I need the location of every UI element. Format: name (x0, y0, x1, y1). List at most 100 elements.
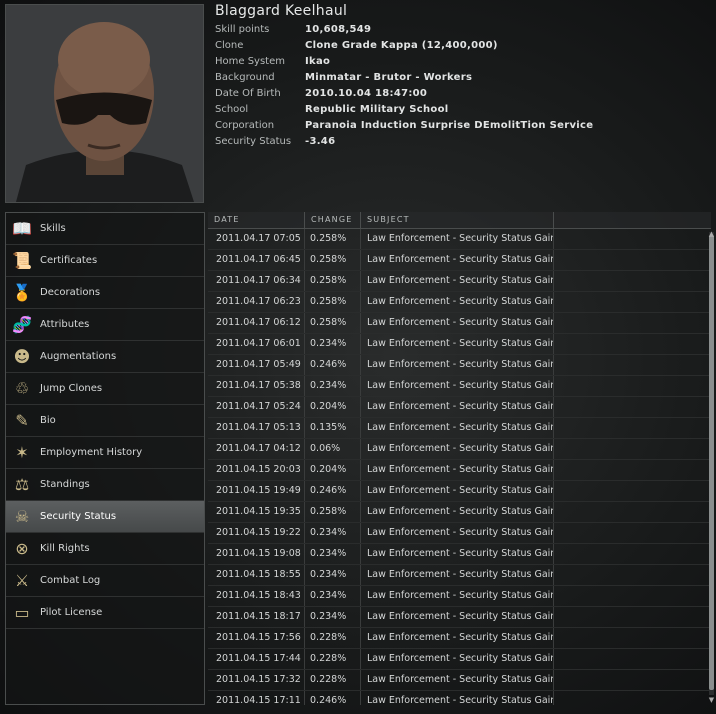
sidebar-item-label: Certificates (40, 255, 98, 266)
sidebar-item-label: Attributes (40, 319, 90, 330)
table-row[interactable]: 2011.04.17 06:01 0.234% Law Enforcement - … (208, 334, 711, 355)
cell-change: 0.06% (305, 439, 361, 459)
cell-filler (554, 586, 711, 606)
cell-date: 2011.04.17 06:12 (208, 313, 305, 333)
info-row: Home System Ikao (215, 54, 710, 70)
table-row[interactable]: 2011.04.15 19:22 0.234% Law Enforcement - … (208, 523, 711, 544)
info-label: Security Status (215, 136, 292, 147)
cell-filler (554, 628, 711, 648)
table-row[interactable]: 2011.04.15 18:43 0.234% Law Enforcement - … (208, 586, 711, 607)
table-row[interactable]: 2011.04.15 17:32 0.228% Law Enforcement - … (208, 670, 711, 691)
table-row[interactable]: 2011.04.15 19:49 0.246% Law Enforcement - … (208, 481, 711, 502)
cell-date: 2011.04.15 18:17 (208, 607, 305, 627)
cell-change: 0.234% (305, 334, 361, 354)
info-row: Background Minmatar - Brutor - Workers (215, 70, 710, 86)
portrait-image (6, 5, 203, 202)
cell-filler (554, 355, 711, 375)
cell-filler (554, 334, 711, 354)
cell-date: 2011.04.17 06:45 (208, 250, 305, 270)
sidebar-item-certificates[interactable]: 📜 Certificates (6, 245, 204, 277)
table-row[interactable]: 2011.04.15 17:44 0.228% Law Enforcement - … (208, 649, 711, 670)
cell-subject: Law Enforcement - Security Status Gain (361, 649, 554, 669)
table-row[interactable]: 2011.04.15 19:08 0.234% Law Enforcement - … (208, 544, 711, 565)
table-row[interactable]: 2011.04.15 17:56 0.228% Law Enforcement - … (208, 628, 711, 649)
info-row: Skill points 10,608,549 (215, 22, 710, 38)
scroll-down-arrow-icon[interactable]: ▼ (708, 697, 715, 704)
table-row[interactable]: 2011.04.17 05:38 0.234% Law Enforcement - … (208, 376, 711, 397)
cell-filler (554, 460, 711, 480)
cell-filler (554, 502, 711, 522)
license-card-icon: ▭ (14, 603, 30, 622)
table-row[interactable]: 2011.04.15 17:11 0.246% Law Enforcement - … (208, 691, 711, 705)
cell-change: 0.258% (305, 271, 361, 291)
scrollbar-thumb[interactable] (709, 235, 714, 690)
cell-subject: Law Enforcement - Security Status Gain (361, 670, 554, 690)
cell-date: 2011.04.17 05:13 (208, 418, 305, 438)
sidebar-item-augmentations[interactable]: ☻ Augmentations (6, 341, 204, 373)
cell-date: 2011.04.15 17:56 (208, 628, 305, 648)
info-row: Date Of Birth 2010.10.04 18:47:00 (215, 86, 710, 102)
cell-filler (554, 670, 711, 690)
column-header-subject[interactable]: SUBJECT (361, 212, 554, 228)
cell-subject: Law Enforcement - Security Status Gain (361, 502, 554, 522)
info-value: 10,608,549 (305, 24, 372, 35)
cell-filler (554, 523, 711, 543)
table-row[interactable]: 2011.04.17 06:12 0.258% Law Enforcement - … (208, 313, 711, 334)
info-row: Corporation Paranoia Induction Surprise D… (215, 118, 710, 134)
table-body: 2011.04.17 07:05 0.258% Law Enforcement - … (208, 229, 711, 705)
cell-date: 2011.04.15 18:55 (208, 565, 305, 585)
sidebar-item-standings[interactable]: ⚖ Standings (6, 469, 204, 501)
cell-date: 2011.04.15 19:35 (208, 502, 305, 522)
table-row[interactable]: 2011.04.17 07:05 0.258% Law Enforcement - … (208, 229, 711, 250)
cell-filler (554, 376, 711, 396)
info-row: Clone Clone Grade Kappa (12,400,000) (215, 38, 710, 54)
table-row[interactable]: 2011.04.17 06:34 0.258% Law Enforcement - … (208, 271, 711, 292)
sidebar-item-label: Skills (40, 223, 66, 234)
sidebar-item-attributes[interactable]: 🧬 Attributes (6, 309, 204, 341)
table-row[interactable]: 2011.04.15 19:35 0.258% Law Enforcement - … (208, 502, 711, 523)
table-scrollbar[interactable] (709, 232, 714, 695)
info-value: Paranoia Induction Surprise DEmolitTion … (305, 120, 594, 131)
table-row[interactable]: 2011.04.15 18:55 0.234% Law Enforcement - … (208, 565, 711, 586)
table-row[interactable]: 2011.04.17 05:24 0.204% Law Enforcement - … (208, 397, 711, 418)
table-row[interactable]: 2011.04.15 20:03 0.204% Law Enforcement - … (208, 460, 711, 481)
sidebar-nav: 📖 Skills 📜 Certificates 🏅 Decorations 🧬 Attribu… (5, 212, 205, 705)
info-row: Security Status -3.46 (215, 134, 710, 150)
sidebar-item-security-status[interactable]: ☠ Security Status (6, 501, 204, 533)
sidebar-item-skills[interactable]: 📖 Skills (6, 213, 204, 245)
cell-change: 0.234% (305, 565, 361, 585)
sidebar-item-pilot-license[interactable]: ▭ Pilot License (6, 597, 204, 629)
cell-filler (554, 649, 711, 669)
cell-subject: Law Enforcement - Security Status Gain (361, 628, 554, 648)
table-row[interactable]: 2011.04.15 18:17 0.234% Law Enforcement - … (208, 607, 711, 628)
sidebar-item-kill-rights[interactable]: ⊗ Kill Rights (6, 533, 204, 565)
cell-date: 2011.04.17 06:34 (208, 271, 305, 291)
table-row[interactable]: 2011.04.17 06:23 0.258% Law Enforcement - … (208, 292, 711, 313)
cell-change: 0.228% (305, 649, 361, 669)
medal-icon: 🏅 (12, 283, 32, 302)
cell-change: 0.234% (305, 544, 361, 564)
table-row[interactable]: 2011.04.17 06:45 0.258% Law Enforcement - … (208, 250, 711, 271)
character-name: Blaggard Keelhaul (215, 3, 348, 19)
cell-filler (554, 481, 711, 501)
sidebar-item-bio[interactable]: ✎ Bio (6, 405, 204, 437)
cell-change: 0.234% (305, 607, 361, 627)
info-label: Date Of Birth (215, 88, 281, 99)
cell-date: 2011.04.15 17:11 (208, 691, 305, 705)
table-row[interactable]: 2011.04.17 04:12 0.06% Law Enforcement - S… (208, 439, 711, 460)
column-header-change[interactable]: CHANGE (305, 212, 361, 228)
cell-date: 2011.04.15 19:49 (208, 481, 305, 501)
cell-filler (554, 439, 711, 459)
skull-icon: ☠ (14, 507, 30, 526)
sidebar-item-employment-history[interactable]: ✶ Employment History (6, 437, 204, 469)
table-row[interactable]: 2011.04.17 05:49 0.246% Law Enforcement - … (208, 355, 711, 376)
sidebar-item-jump-clones[interactable]: ♲ Jump Clones (6, 373, 204, 405)
sidebar-item-decorations[interactable]: 🏅 Decorations (6, 277, 204, 309)
table-row[interactable]: 2011.04.17 05:13 0.135% Law Enforcement - … (208, 418, 711, 439)
sidebar-item-combat-log[interactable]: ⚔ Combat Log (6, 565, 204, 597)
cell-date: 2011.04.15 20:03 (208, 460, 305, 480)
info-label: Corporation (215, 120, 275, 131)
cell-change: 0.228% (305, 670, 361, 690)
column-header-date[interactable]: DATE (208, 212, 305, 228)
scroll-up-arrow-icon[interactable]: ▲ (708, 231, 715, 238)
